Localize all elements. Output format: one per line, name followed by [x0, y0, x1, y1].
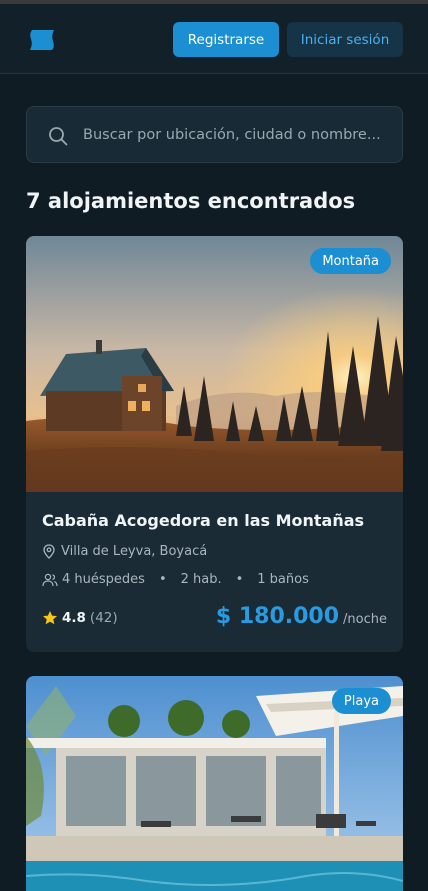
location-pin-icon: [43, 544, 55, 559]
baths-count: 1 baños: [257, 572, 309, 587]
listing-details: 4 huéspedes • 2 hab. • 1 baños: [42, 572, 309, 587]
separator-dot: •: [235, 572, 244, 587]
star-icon: [43, 611, 57, 625]
listing-price: $ 180.000 /noche: [216, 604, 387, 629]
rating-score: 4.8: [62, 610, 86, 626]
results-count-title: 7 alojamientos encontrados: [26, 189, 356, 213]
login-button[interactable]: Iniciar sesión: [287, 22, 403, 57]
listing-card[interactable]: Playa: [26, 676, 403, 891]
price-unit: /noche: [343, 612, 387, 627]
app-header: Registrarse Iniciar sesión: [0, 4, 428, 74]
listing-location: Villa de Leyva, Boyacá: [42, 544, 207, 559]
listing-title[interactable]: Cabaña Acogedora en las Montañas: [42, 511, 364, 530]
listing-photo: [26, 236, 403, 492]
register-button[interactable]: Registrarse: [173, 22, 279, 57]
listing-rating: 4.8 (42): [42, 610, 118, 626]
guests-icon: [42, 573, 58, 586]
category-badge: Playa: [331, 688, 391, 714]
search-input[interactable]: [83, 107, 393, 162]
search-bar[interactable]: [26, 106, 403, 163]
price-amount: $ 180.000: [215, 604, 340, 629]
guests-count: 4 huéspedes: [62, 572, 145, 587]
logo-icon[interactable]: [28, 28, 56, 52]
rooms-count: 2 hab.: [180, 572, 222, 587]
listing-card[interactable]: Montaña Cabaña Acogedora en las Montañas…: [26, 236, 403, 652]
separator-dot: •: [158, 572, 167, 587]
location-text: Villa de Leyva, Boyacá: [61, 544, 208, 559]
category-badge: Montaña: [310, 248, 391, 274]
search-icon: [49, 127, 68, 146]
review-count: (42): [89, 610, 118, 626]
